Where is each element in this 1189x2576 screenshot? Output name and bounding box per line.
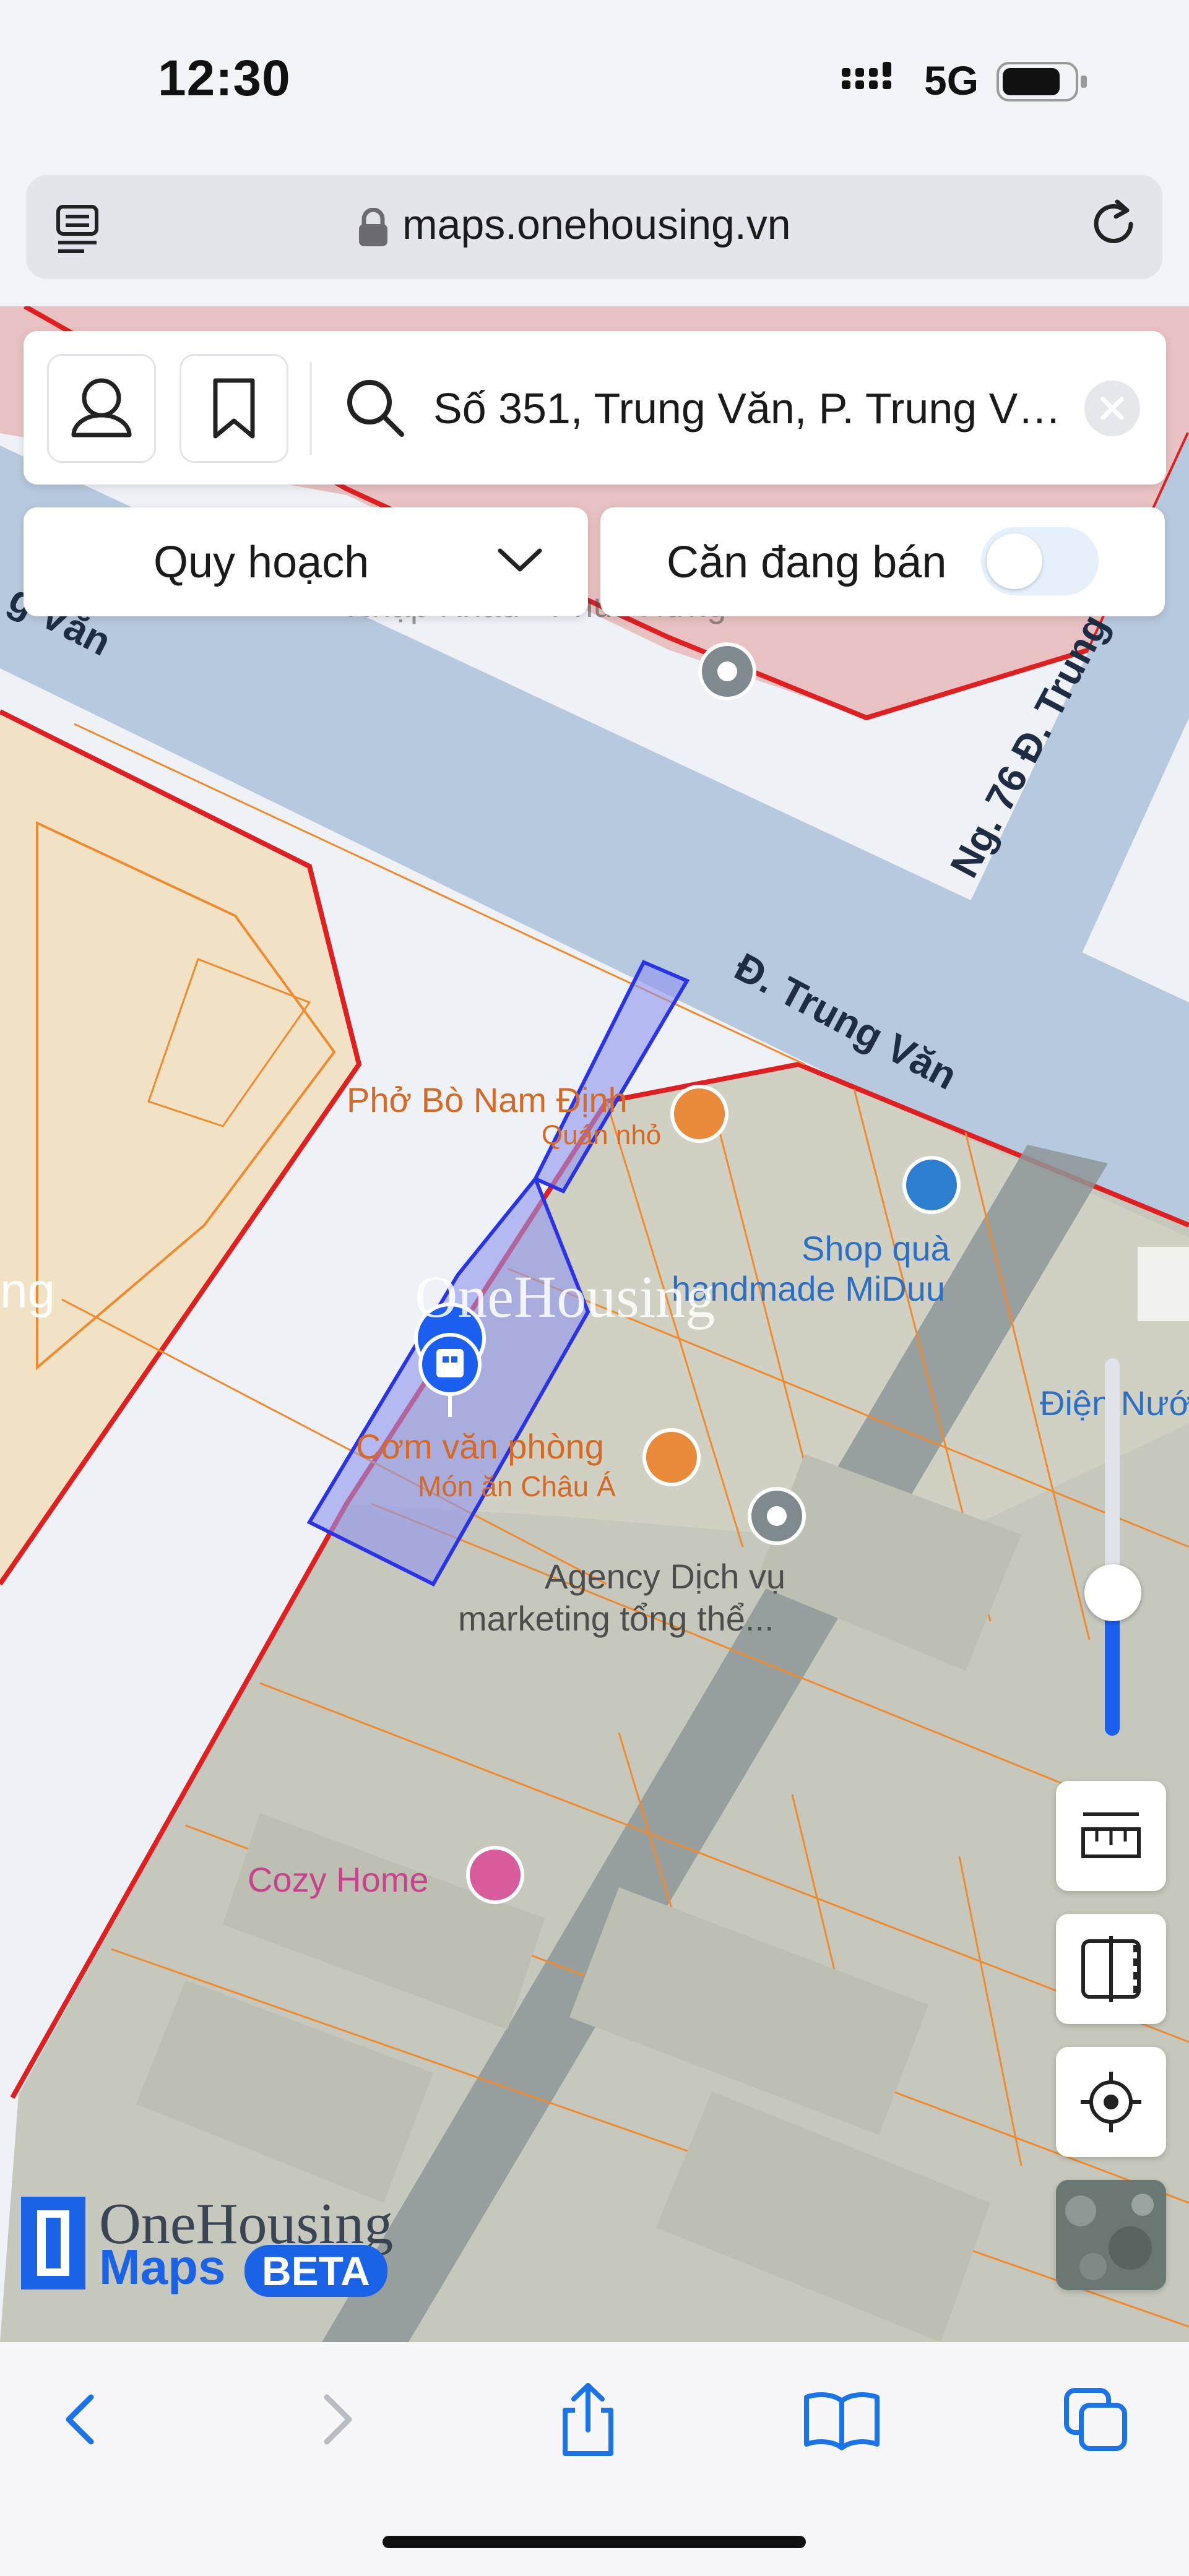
signal-icon <box>842 62 904 102</box>
measure-button[interactable] <box>1056 1781 1166 1891</box>
layers-icon <box>1056 2180 1166 2290</box>
user-icon <box>71 378 132 437</box>
planning-dropdown-label: Quy hoạch <box>153 538 370 587</box>
split-view-button[interactable] <box>1056 1914 1166 2024</box>
url-text[interactable]: maps.onehousing.vn <box>402 200 791 249</box>
share-icon <box>563 2383 613 2456</box>
selling-filter-label: Căn đang bán <box>667 538 947 587</box>
split-view-icon <box>1081 1936 1141 2002</box>
poi-sub-com-van-phong: Món ăn Châu Á <box>418 1470 616 1502</box>
poi-label-shop-qua[interactable]: Shop quà <box>802 1228 950 1269</box>
home-indicator <box>383 2536 806 2548</box>
poi-label-agency[interactable]: Agency Dịch vụ <box>545 1556 785 1596</box>
watermark: OneHousing <box>415 1264 716 1330</box>
beta-badge: BETA <box>244 2245 387 2297</box>
status-time: 12:30 <box>158 50 291 106</box>
search-divider <box>309 362 312 455</box>
lock-icon <box>358 207 389 251</box>
bookmarks-button[interactable] <box>802 2389 882 2453</box>
network-type: 5G <box>924 58 979 103</box>
poi-label-cozy-home[interactable]: Cozy Home <box>248 1859 429 1900</box>
profile-button[interactable] <box>47 354 156 463</box>
locate-icon <box>1081 2072 1141 2132</box>
forward-button[interactable] <box>316 2389 359 2453</box>
reader-icon[interactable] <box>56 204 103 257</box>
poi-sub-pho-bo: Quán nhỏ <box>542 1120 662 1150</box>
tabs-button[interactable] <box>1061 2385 1130 2457</box>
zoom-slider-handle[interactable] <box>1084 1564 1141 1621</box>
search-input[interactable]: Số 351, Trung Văn, P. Trung Văn, Nam Từ … <box>433 384 1077 433</box>
battery-icon <box>997 62 1089 105</box>
share-button[interactable] <box>554 2379 622 2463</box>
poi-label-pho-bo[interactable]: Phở Bò Nam Định <box>347 1080 628 1120</box>
reload-icon[interactable] <box>1086 197 1142 256</box>
satellite-layer-button[interactable] <box>1056 2180 1166 2290</box>
bookmark-button[interactable] <box>179 354 288 463</box>
back-icon <box>66 2394 94 2445</box>
bookmark-icon <box>213 378 255 439</box>
chevron-down-icon <box>495 545 545 579</box>
onehousing-logo <box>21 2197 85 2293</box>
search-icon <box>344 376 405 441</box>
forward-icon <box>324 2394 352 2445</box>
selling-toggle-knob[interactable] <box>987 533 1042 589</box>
poi-sub-agency: marketing tổng thể... <box>458 1599 774 1638</box>
locate-me-button[interactable] <box>1056 2047 1166 2157</box>
clear-search-button[interactable] <box>1084 381 1140 436</box>
tabs-icon <box>1064 2388 1127 2451</box>
book-icon <box>804 2392 880 2450</box>
edge-label-left: ng <box>0 1263 55 1318</box>
poi-label-com-van-phong[interactable]: Cơm văn phòng <box>356 1426 604 1467</box>
ruler-icon <box>1081 1812 1141 1858</box>
brand-product: Maps <box>99 2239 226 2294</box>
clear-icon <box>1100 397 1124 420</box>
back-button[interactable] <box>59 2389 102 2453</box>
